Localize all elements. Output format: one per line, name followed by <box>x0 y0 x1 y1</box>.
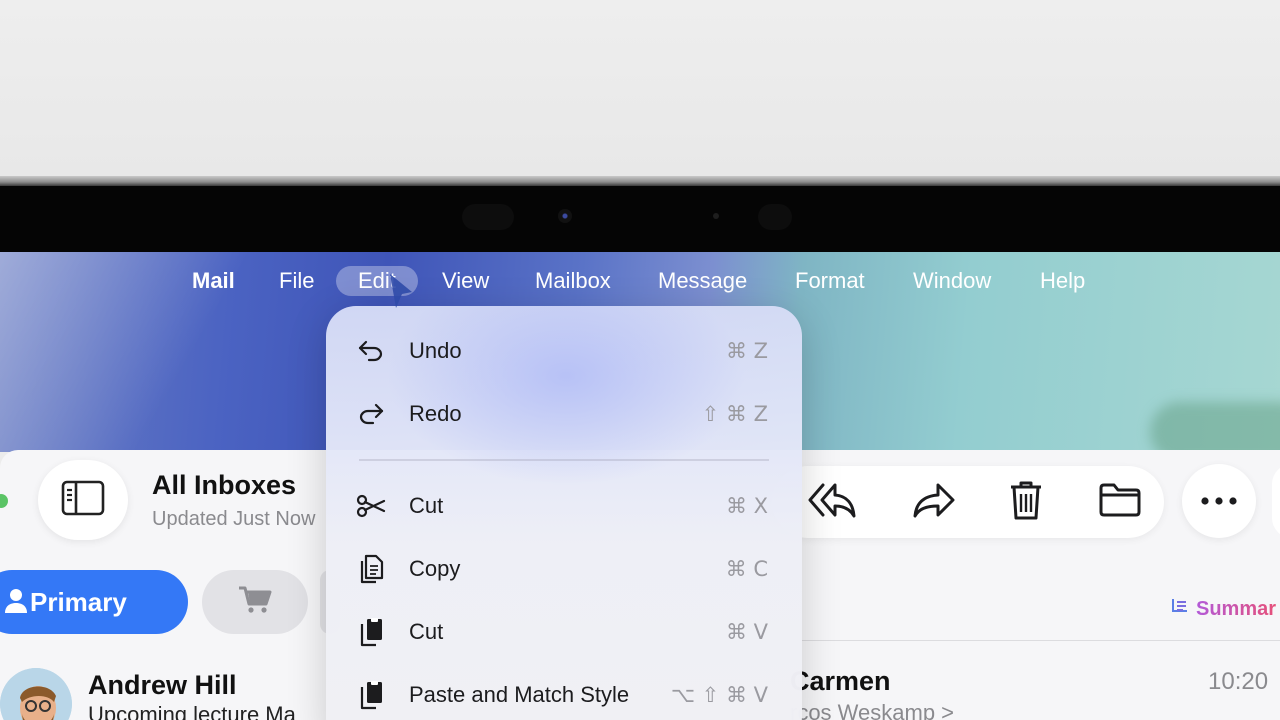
mailbox-updated-status: Updated Just Now <box>152 508 316 530</box>
menu-item-label: Undo <box>409 338 462 363</box>
summarize-icon <box>1170 596 1190 622</box>
edit-menu-dropdown: Undo ⌘ Z Redo ⇧ ⌘ Z Cut ⌘ X Copy ⌘ C Cut… <box>326 306 802 720</box>
cart-icon <box>237 585 273 620</box>
tab-transactions[interactable] <box>202 570 308 634</box>
menu-separator <box>359 459 769 461</box>
scissors-icon <box>356 491 386 521</box>
tab-primary-label: Primary <box>30 586 127 617</box>
window-zoom-button[interactable] <box>0 494 8 508</box>
forward-icon <box>912 481 956 524</box>
ambient-light-sensor <box>713 213 719 219</box>
mouse-pointer <box>388 272 414 317</box>
menu-message[interactable]: Message <box>636 266 769 296</box>
bezel-sensor <box>758 204 792 230</box>
screen: Mail File Edit View Mailbox Message Form… <box>0 252 1280 720</box>
menu-item-paste-and-match-style[interactable]: Paste and Match Style ⌥ ⇧ ⌘ V <box>326 670 802 720</box>
folder-icon <box>1098 482 1142 523</box>
menu-bar: Mail File Edit View Mailbox Message Form… <box>0 252 1280 307</box>
display-bezel <box>0 186 1280 252</box>
tab-primary[interactable]: Primary <box>0 570 188 634</box>
menu-item-redo[interactable]: Redo ⇧ ⌘ Z <box>326 389 802 439</box>
camera <box>558 209 572 223</box>
reply-all-icon <box>807 481 857 524</box>
menu-item-cut[interactable]: Cut ⌘ X <box>326 481 802 531</box>
toolbar-edge-button[interactable] <box>1272 464 1280 538</box>
menu-mailbox[interactable]: Mailbox <box>513 266 633 296</box>
menu-item-label: Paste and Match Style <box>409 682 630 707</box>
display-lid-edge <box>0 176 1280 186</box>
divider <box>800 640 1280 641</box>
menu-format[interactable]: Format <box>773 266 887 296</box>
move-to-folder-button[interactable] <box>1096 480 1144 524</box>
menu-item-copy[interactable]: Copy ⌘ C <box>326 544 802 594</box>
redo-arrow-icon <box>356 399 386 429</box>
trash-icon <box>1008 479 1044 526</box>
menu-item-shortcut: ⌥ ⇧ ⌘ V <box>670 683 768 707</box>
summarize-button[interactable]: Summar <box>1170 596 1276 622</box>
avatar <box>0 668 72 720</box>
menu-item-shortcut: ⌘ C <box>725 557 768 581</box>
message-preview[interactable]: Upcoming lecture Ma <box>88 702 296 720</box>
message-time: 10:20 <box>1208 668 1269 695</box>
bezel-sensor <box>462 204 514 230</box>
menu-item-shortcut: ⌘ X <box>725 494 768 518</box>
message-recipient[interactable]: rcos Weskamp > <box>790 700 954 720</box>
undo-arrow-icon <box>356 336 386 366</box>
summarize-label: Summar <box>1196 597 1277 620</box>
forward-button[interactable] <box>910 480 958 524</box>
menu-item-paste[interactable]: Cut ⌘ V <box>326 607 802 657</box>
clipboard-icon <box>356 617 386 647</box>
menu-view[interactable]: View <box>420 266 511 296</box>
more-icon <box>1201 492 1237 510</box>
menu-item-label: Copy <box>409 556 461 581</box>
menu-item-shortcut: ⌘ V <box>725 620 768 644</box>
menu-file[interactable]: File <box>257 266 336 296</box>
more-actions-button[interactable] <box>1182 464 1256 538</box>
sidebar-icon <box>61 480 105 521</box>
background-wall <box>0 0 1280 178</box>
sidebar-toggle-button[interactable] <box>38 460 128 540</box>
menu-item-undo[interactable]: Undo ⌘ Z <box>326 326 802 376</box>
menu-app-mail[interactable]: Mail <box>170 266 257 296</box>
trash-button[interactable] <box>1002 480 1050 524</box>
message-sender[interactable]: Carmen <box>790 666 891 697</box>
copy-documents-icon <box>356 554 386 584</box>
menu-item-shortcut: ⇧ ⌘ Z <box>701 402 768 426</box>
mailbox-title: All Inboxes <box>152 470 297 500</box>
clipboard-icon <box>356 680 386 710</box>
menu-help[interactable]: Help <box>1018 266 1107 296</box>
menu-window[interactable]: Window <box>891 266 1013 296</box>
menu-item-label: Cut <box>409 619 444 644</box>
person-icon <box>4 588 28 621</box>
menu-item-label: Cut <box>409 493 444 518</box>
message-toolbar <box>772 466 1164 538</box>
reply-all-button[interactable] <box>808 480 856 524</box>
menu-item-label: Redo <box>409 401 462 426</box>
message-sender[interactable]: Andrew Hill <box>88 670 237 701</box>
menu-item-shortcut: ⌘ Z <box>725 339 768 363</box>
